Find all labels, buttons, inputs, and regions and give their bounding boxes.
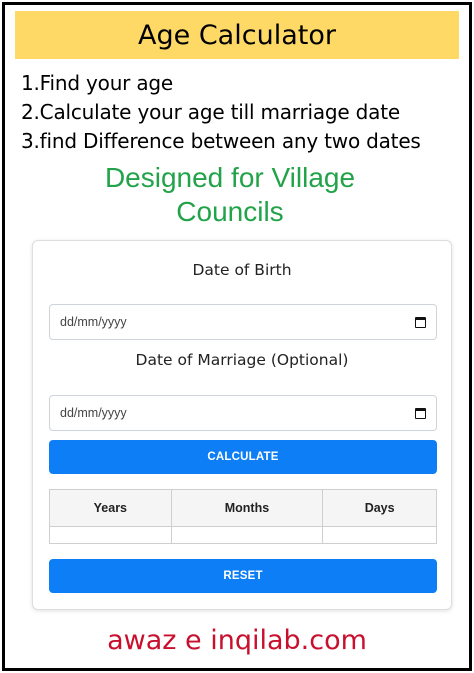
dob-placeholder: dd/mm/yyyy bbox=[60, 315, 127, 329]
feature-list: 1.Find your age 2.Calculate your age til… bbox=[21, 69, 461, 156]
calculator-card: Date of Birth dd/mm/yyyy Date of Marriag… bbox=[32, 240, 452, 610]
calendar-icon[interactable] bbox=[415, 316, 426, 328]
days-header: Days bbox=[322, 489, 437, 527]
poster-frame: Age Calculator 1.Find your age 2.Calcula… bbox=[2, 2, 472, 671]
result-table: Years Months Days bbox=[49, 489, 437, 544]
feature-item: 1.Find your age bbox=[21, 71, 174, 95]
days-value bbox=[322, 526, 437, 544]
tagline: Designed for Village Councils bbox=[45, 161, 415, 229]
tagline-line: Designed for Village bbox=[104, 162, 356, 193]
table-row bbox=[49, 526, 437, 544]
years-header: Years bbox=[49, 489, 172, 527]
dom-label: Date of Marriage (Optional) bbox=[135, 351, 349, 369]
dom-input[interactable]: dd/mm/yyyy bbox=[49, 395, 437, 431]
dom-placeholder: dd/mm/yyyy bbox=[60, 406, 127, 420]
footer-brand: awaz e inqilab.com bbox=[107, 625, 367, 656]
calculate-button[interactable]: CALCULATE bbox=[49, 440, 437, 474]
dob-label: Date of Birth bbox=[192, 261, 292, 279]
years-value bbox=[49, 526, 172, 544]
calendar-icon[interactable] bbox=[415, 407, 426, 419]
tagline-line: Councils bbox=[176, 196, 284, 227]
feature-item: 2.Calculate your age till marriage date bbox=[21, 100, 400, 124]
months-value bbox=[170, 526, 324, 544]
feature-item: 3.find Difference between any two dates bbox=[21, 129, 421, 153]
reset-button[interactable]: RESET bbox=[49, 559, 437, 593]
dob-input[interactable]: dd/mm/yyyy bbox=[49, 304, 437, 340]
months-header: Months bbox=[170, 489, 324, 527]
page-title: Age Calculator bbox=[15, 11, 459, 59]
